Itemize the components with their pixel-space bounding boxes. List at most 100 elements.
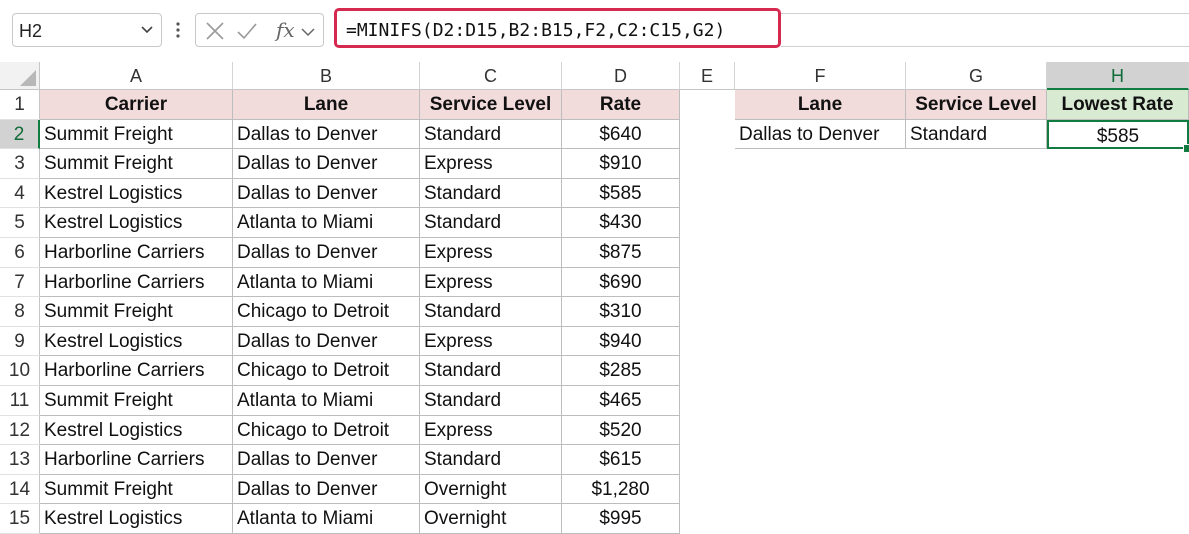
lookup-header-cell[interactable]: Service Level xyxy=(906,90,1047,120)
table-cell[interactable]: Chicago to Detroit xyxy=(233,356,420,386)
cancel-icon[interactable] xyxy=(204,20,226,42)
table-cell[interactable]: $690 xyxy=(562,267,680,298)
result-cell-h2[interactable]: $585 xyxy=(1047,119,1189,150)
column-header-h[interactable]: H xyxy=(1047,62,1189,90)
table-cell[interactable]: Harborline Carriers xyxy=(40,356,233,386)
table-cell[interactable]: Atlanta to Miami xyxy=(233,208,420,238)
table-cell[interactable]: Dallas to Denver xyxy=(233,445,420,475)
row-header-2[interactable]: 2 xyxy=(0,119,40,150)
table-cell[interactable]: $585 xyxy=(562,178,680,209)
column-header-a[interactable]: A xyxy=(40,62,233,90)
row-header-12[interactable]: 12 xyxy=(0,415,40,446)
row-header-6[interactable]: 6 xyxy=(0,238,40,268)
table-cell[interactable]: Standard xyxy=(420,356,562,386)
table-cell[interactable]: Atlanta to Miami xyxy=(233,386,420,416)
table-header-cell[interactable]: Rate xyxy=(562,90,680,120)
row-header-13[interactable]: 13 xyxy=(0,445,40,475)
table-cell[interactable]: $875 xyxy=(562,238,680,268)
table-cell[interactable]: Chicago to Detroit xyxy=(233,297,420,327)
table-cell[interactable]: $910 xyxy=(562,149,680,179)
lookup-header-cell[interactable]: Lowest Rate xyxy=(1047,90,1189,120)
table-cell[interactable]: Standard xyxy=(420,119,562,150)
table-cell[interactable]: Express xyxy=(420,149,562,179)
table-cell[interactable]: Summit Freight xyxy=(40,297,233,327)
row-header-15[interactable]: 15 xyxy=(0,504,40,534)
column-header-d[interactable]: D xyxy=(562,62,680,90)
row-header-5[interactable]: 5 xyxy=(0,208,40,238)
formula-input[interactable]: =MINIFS(D2:D15,B2:B15,F2,C2:C15,G2) xyxy=(346,20,725,41)
table-cell[interactable]: Chicago to Detroit xyxy=(233,415,420,446)
table-cell[interactable]: Express xyxy=(420,326,562,357)
table-cell[interactable]: Overnight xyxy=(420,474,562,505)
column-header-c[interactable]: C xyxy=(420,62,562,90)
table-cell[interactable]: Summit Freight xyxy=(40,149,233,179)
column-header-e[interactable]: E xyxy=(680,62,735,90)
row-header-3[interactable]: 3 xyxy=(0,149,40,179)
table-cell[interactable]: $1,280 xyxy=(562,474,680,505)
lookup-criteria-cell[interactable]: Dallas to Denver xyxy=(735,119,906,150)
column-header-f[interactable]: F xyxy=(735,62,906,90)
row-header-11[interactable]: 11 xyxy=(0,386,40,416)
table-cell[interactable]: $285 xyxy=(562,356,680,386)
table-cell[interactable]: Harborline Carriers xyxy=(40,445,233,475)
table-header-cell[interactable]: Carrier xyxy=(40,90,233,120)
table-cell[interactable]: Atlanta to Miami xyxy=(233,267,420,298)
table-cell[interactable]: Standard xyxy=(420,386,562,416)
more-options-icon[interactable] xyxy=(174,20,182,40)
row-header-7[interactable]: 7 xyxy=(0,267,40,298)
table-cell[interactable]: Dallas to Denver xyxy=(233,326,420,357)
select-all-icon xyxy=(20,70,36,86)
table-cell[interactable]: Summit Freight xyxy=(40,119,233,150)
name-box[interactable]: H2 xyxy=(12,13,162,47)
table-header-cell[interactable]: Service Level xyxy=(420,90,562,120)
table-cell[interactable]: Standard xyxy=(420,208,562,238)
table-cell[interactable]: Express xyxy=(420,415,562,446)
table-cell[interactable]: Express xyxy=(420,267,562,298)
table-cell[interactable]: Summit Freight xyxy=(40,474,233,505)
lookup-header-cell[interactable]: Lane xyxy=(735,90,906,120)
table-cell[interactable]: Dallas to Denver xyxy=(233,238,420,268)
table-cell[interactable]: Kestrel Logistics xyxy=(40,326,233,357)
table-cell[interactable]: Kestrel Logistics xyxy=(40,208,233,238)
table-cell[interactable]: Dallas to Denver xyxy=(233,178,420,209)
table-cell[interactable]: Kestrel Logistics xyxy=(40,415,233,446)
table-cell[interactable]: Summit Freight xyxy=(40,386,233,416)
select-all-corner[interactable] xyxy=(0,62,40,90)
table-cell[interactable]: $615 xyxy=(562,445,680,475)
insert-function-icon[interactable]: fx xyxy=(276,18,295,42)
table-cell[interactable]: Dallas to Denver xyxy=(233,149,420,179)
table-header-cell[interactable]: Lane xyxy=(233,90,420,120)
chevron-down-icon[interactable] xyxy=(139,21,155,37)
row-header-10[interactable]: 10 xyxy=(0,356,40,386)
table-cell[interactable]: Kestrel Logistics xyxy=(40,504,233,534)
table-cell[interactable]: Express xyxy=(420,238,562,268)
table-cell[interactable]: $640 xyxy=(562,119,680,150)
table-cell[interactable]: $995 xyxy=(562,504,680,534)
row-header-9[interactable]: 9 xyxy=(0,326,40,357)
table-cell[interactable]: $310 xyxy=(562,297,680,327)
table-cell[interactable]: Dallas to Denver xyxy=(233,119,420,150)
fill-handle[interactable] xyxy=(1183,144,1189,154)
row-header-8[interactable]: 8 xyxy=(0,297,40,327)
enter-check-icon[interactable] xyxy=(236,20,258,42)
table-cell[interactable]: Atlanta to Miami xyxy=(233,504,420,534)
table-cell[interactable]: Harborline Carriers xyxy=(40,267,233,298)
table-cell[interactable]: Standard xyxy=(420,178,562,209)
table-cell[interactable]: $520 xyxy=(562,415,680,446)
row-header-1[interactable]: 1 xyxy=(0,90,40,120)
chevron-down-icon[interactable] xyxy=(300,20,316,42)
column-header-b[interactable]: B xyxy=(233,62,420,90)
table-cell[interactable]: Standard xyxy=(420,297,562,327)
lookup-criteria-cell[interactable]: Standard xyxy=(906,119,1047,150)
table-cell[interactable]: Kestrel Logistics xyxy=(40,178,233,209)
table-cell[interactable]: Overnight xyxy=(420,504,562,534)
column-header-g[interactable]: G xyxy=(906,62,1047,90)
row-header-14[interactable]: 14 xyxy=(0,474,40,505)
table-cell[interactable]: $465 xyxy=(562,386,680,416)
table-cell[interactable]: Standard xyxy=(420,445,562,475)
table-cell[interactable]: $430 xyxy=(562,208,680,238)
row-header-4[interactable]: 4 xyxy=(0,178,40,209)
table-cell[interactable]: $940 xyxy=(562,326,680,357)
table-cell[interactable]: Dallas to Denver xyxy=(233,474,420,505)
table-cell[interactable]: Harborline Carriers xyxy=(40,238,233,268)
